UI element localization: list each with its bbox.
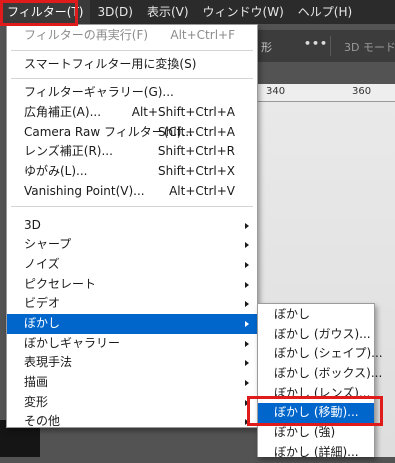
menu-item-adaptive-wide-angle[interactable]: 広角補正(A)... Alt+Shift+Ctrl+A [7, 103, 257, 123]
menu-item-vanishing-point[interactable]: Vanishing Point(V)... Alt+Ctrl+V [7, 182, 257, 202]
menu-item-label: レンズ補正(R)... [24, 144, 113, 159]
menu-item-label: 広角補正(A)... [24, 105, 102, 120]
menu-item-liquify[interactable]: ゆがみ(L)... Shift+Ctrl+X [7, 162, 257, 182]
menu-item-label: ぼかし (強) [274, 425, 336, 440]
menu-item-label: 変形 [24, 394, 49, 409]
submenu-arrow-icon [245, 320, 249, 327]
menu-item-camera-raw[interactable]: Camera Raw フィルター(C)... Shift+Ctrl+A [7, 123, 257, 143]
menu-item-smart-blur[interactable]: ぼかし (詳細)... [258, 443, 374, 463]
submenu-arrow-icon [245, 242, 249, 249]
menu-item-box-blur[interactable]: ぼかし (ボックス)... [258, 364, 382, 384]
menu-item-label: ぼかし (ボックス)... [274, 366, 383, 381]
3d-mode-label: 3D モード [344, 41, 395, 54]
menu-item-shortcut: Alt+Ctrl+F [170, 28, 235, 42]
menu-item-label: ぼかし (シェイプ)... [274, 346, 383, 361]
blur-submenu: ぼかし ぼかし (ガウス)... ぼかし (シェイプ)... ぼかし (ボックス… [257, 303, 383, 459]
menu-item-motion-blur[interactable]: ぼかし (移動)... [258, 403, 374, 424]
ruler-number-right: 360 [352, 86, 372, 97]
menu-item-label: ぼかし (レンズ)... [274, 385, 371, 400]
menu-item-blur-more[interactable]: ぼかし (強) [258, 423, 374, 443]
menu-item-label: ノイズ [24, 256, 60, 271]
menu-item-label: ゆがみ(L)... [24, 164, 88, 179]
menu-window[interactable]: ウィンドウ(W) [196, 0, 291, 24]
submenu-blur[interactable]: ぼかし [7, 313, 257, 334]
submenu-render[interactable]: 描画 [7, 373, 257, 393]
menu-item-gaussian-blur[interactable]: ぼかし (ガウス)... [258, 325, 374, 345]
submenu-arrow-icon [245, 360, 249, 367]
menubar: フィルター(T) 3D(D) 表示(V) ウィンドウ(W) ヘルプ(H) [0, 0, 395, 24]
submenu-arrow-icon [245, 419, 249, 426]
menu-separator [11, 78, 253, 80]
menu-item-repeat-filter: フィルターの再実行(F) Alt+Ctrl+F [7, 26, 257, 46]
submenu-3d[interactable]: 3D [7, 216, 257, 236]
submenu-arrow-icon [245, 261, 249, 268]
menu-item-lens-blur[interactable]: ぼかし (レンズ)... [258, 384, 374, 404]
submenu-arrow-icon [245, 340, 249, 347]
menu-item-shortcut: Shift+Ctrl+A [158, 124, 235, 139]
menu-separator [11, 205, 253, 207]
menu-3d[interactable]: 3D(D) [90, 0, 139, 24]
menu-separator [11, 49, 253, 51]
menu-filter[interactable]: フィルター(T) [0, 0, 91, 24]
submenu-noise[interactable]: ノイズ [7, 255, 257, 275]
menu-item-label: スマートフィルター用に変換(S) [24, 56, 197, 71]
menu-item-shortcut: Shift+Ctrl+X [158, 164, 235, 179]
menu-item-shortcut: Shift+Ctrl+R [157, 144, 235, 159]
submenu-arrow-icon [245, 301, 249, 308]
options-divider [330, 36, 331, 56]
menu-item-shape-blur[interactable]: ぼかし (シェイプ)... [258, 344, 383, 364]
submenu-arrow-icon [245, 222, 249, 229]
menu-item-label: 表現手法 [24, 355, 73, 370]
menu-item-shortcut: Alt+Shift+Ctrl+A [131, 105, 235, 120]
menu-item-label: フィルターギャラリー(G)... [24, 85, 174, 100]
submenu-other[interactable]: その他 [7, 412, 257, 432]
menu-item-shortcut: Alt+Ctrl+V [169, 183, 235, 198]
menu-item-label: フィルターの再実行(F) [24, 28, 149, 42]
menu-item-label: ぼかし (移動)... [274, 405, 359, 420]
submenu-sharpen[interactable]: シャープ [7, 235, 257, 255]
menu-item-label: ぼかしギャラリー [24, 335, 121, 350]
menu-item-label: ぼかし [274, 307, 311, 321]
submenu-distort[interactable]: 変形 [7, 393, 257, 413]
menu-help[interactable]: ヘルプ(H) [291, 0, 359, 24]
menu-item-blur[interactable]: ぼかし [258, 305, 374, 325]
menu-item-filter-gallery[interactable]: フィルターギャラリー(G)... [7, 83, 257, 103]
menu-item-label: 描画 [24, 375, 49, 389]
options-bar: 形 ••• 3D モード [258, 30, 395, 62]
menu-item-label: ピクセレート [24, 276, 97, 291]
submenu-arrow-icon [245, 380, 249, 386]
submenu-stylize[interactable]: 表現手法 [7, 353, 257, 373]
horizontal-ruler: 340 360 [258, 84, 395, 102]
menu-item-label: ビデオ [24, 296, 61, 311]
menu-item-label: その他 [24, 414, 61, 429]
submenu-pixelate[interactable]: ピクセレート [7, 275, 257, 295]
menu-item-label: シャープ [24, 237, 72, 252]
menu-item-lens-correction[interactable]: レンズ補正(R)... Shift+Ctrl+R [7, 142, 257, 162]
submenu-arrow-icon [245, 399, 249, 406]
menu-item-label: ぼかし [24, 315, 61, 330]
options-bar-partial-text: 形 [261, 41, 272, 54]
menu-item-label: ぼかし (ガウス)... [274, 326, 371, 341]
menu-item-label: 3D [24, 217, 41, 232]
more-options-icon[interactable]: ••• [304, 37, 328, 50]
menu-item-label: ぼかし (詳細)... [274, 444, 359, 459]
filter-menu: フィルターの再実行(F) Alt+Ctrl+F スマートフィルター用に変換(S)… [6, 24, 258, 428]
ruler-number-left: 340 [266, 86, 286, 97]
menu-item-label: Vanishing Point(V)... [24, 183, 145, 198]
submenu-arrow-icon [245, 281, 249, 288]
menu-view[interactable]: 表示(V) [140, 0, 196, 24]
submenu-video[interactable]: ビデオ [7, 294, 257, 314]
menu-item-convert-smart-filter[interactable]: スマートフィルター用に変換(S) [7, 55, 257, 75]
submenu-blur-gallery[interactable]: ぼかしギャラリー [7, 334, 257, 354]
